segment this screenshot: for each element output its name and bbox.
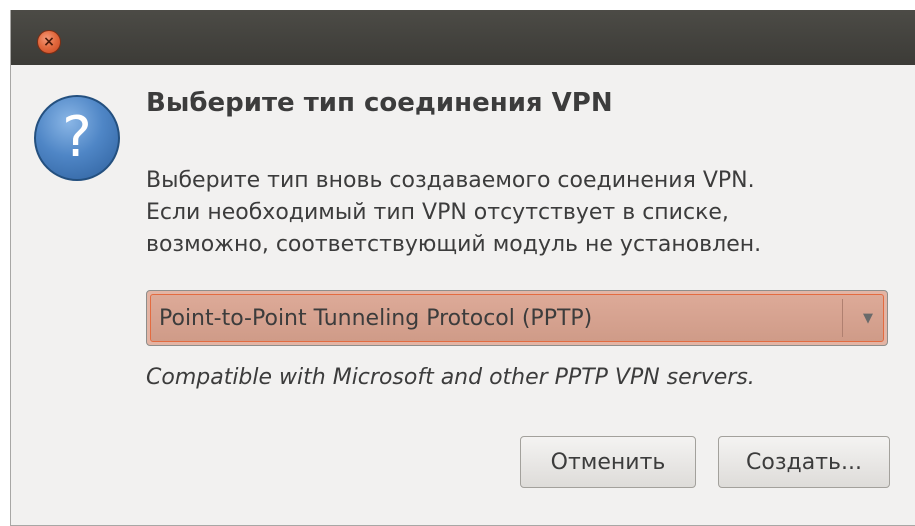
question-icon: ? <box>34 95 120 181</box>
description-line: Выберите тип вновь создаваемого соединен… <box>146 168 755 193</box>
close-glyph: × <box>43 34 55 50</box>
chevron-down-icon[interactable]: ▼ <box>863 295 873 341</box>
combobox-selected-value: Point-to-Point Tunneling Protocol (PPTP) <box>159 305 593 331</box>
description-line: Если необходимый тип VPN отсутствует в с… <box>146 200 729 225</box>
close-icon[interactable]: × <box>37 30 61 54</box>
dialog-description: Выберите тип вновь создаваемого соединен… <box>146 165 761 261</box>
window-titlebar[interactable]: × <box>11 10 915 65</box>
vpn-type-description: Compatible with Microsoft and other PPTP… <box>146 365 755 390</box>
description-line: возможно, соответствующий модуль не уста… <box>146 232 762 257</box>
cancel-button[interactable]: Отменить <box>520 436 696 488</box>
combobox-focus-frame: Point-to-Point Tunneling Protocol (PPTP)… <box>150 294 884 342</box>
vpn-type-combobox[interactable]: Point-to-Point Tunneling Protocol (PPTP)… <box>146 290 888 346</box>
question-glyph: ? <box>62 105 92 170</box>
dialog-heading: Выберите тип соединения VPN <box>146 88 613 118</box>
combobox-separator <box>842 299 843 337</box>
create-button[interactable]: Создать... <box>718 436 890 488</box>
